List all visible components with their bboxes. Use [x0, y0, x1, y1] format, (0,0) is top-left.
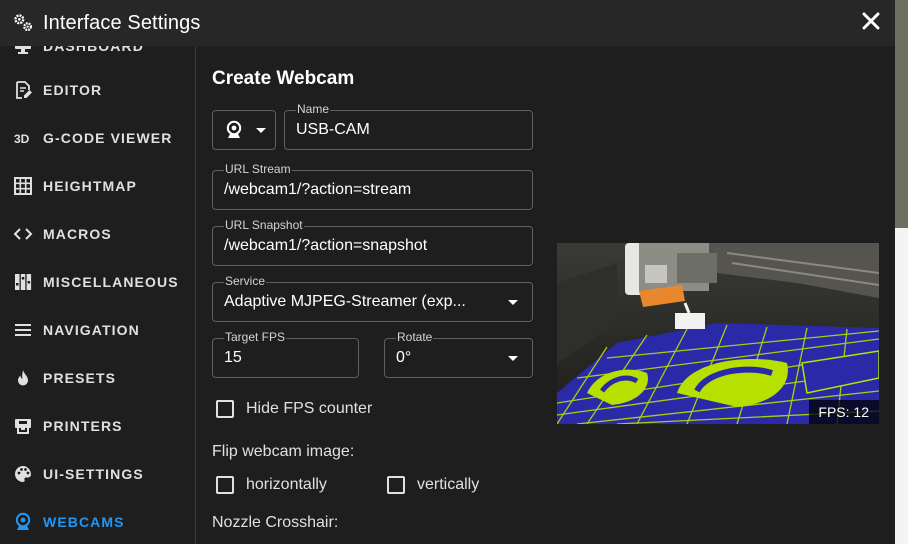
close-icon[interactable]	[862, 12, 880, 30]
sidebar-item-label: HEIGHTMAP	[43, 178, 137, 194]
webcam-icon	[12, 511, 34, 533]
background-window-edge	[895, 0, 908, 544]
code-icon	[12, 223, 34, 245]
sidebar-item-label: MISCELLANEOUS	[43, 274, 179, 290]
webcam-form-panel: Create Webcam Name USB-CAM URL Stream /w…	[196, 46, 895, 544]
sidebar-item-label: PRINTERS	[43, 418, 123, 434]
url-stream-field[interactable]: URL Stream /webcam1/?action=stream	[212, 163, 533, 210]
flip-vertical-label: vertically	[417, 476, 480, 493]
sidebar-item-ui-settings[interactable]: UI-SETTINGS	[0, 450, 195, 498]
target-fps-field[interactable]: Target FPS 15	[212, 331, 359, 378]
dialog-titlebar: Interface Settings	[0, 0, 895, 46]
fps-counter: FPS: 12	[809, 400, 879, 424]
hide-fps-checkbox[interactable]: Hide FPS counter	[216, 400, 372, 418]
sidebar-item-editor[interactable]: EDITOR	[0, 66, 195, 114]
hide-fps-label: Hide FPS counter	[246, 400, 373, 417]
sidebar-item-label: WEBCAMS	[43, 514, 125, 530]
name-field[interactable]: Name USB-CAM	[284, 103, 533, 150]
checkbox-box[interactable]	[387, 476, 405, 494]
sidebar-item-label: PRESETS	[43, 370, 117, 386]
checkbox-box[interactable]	[216, 400, 234, 418]
fire-icon	[12, 367, 34, 389]
sidebar-item-miscellaneous[interactable]: MISCELLANEOUS	[0, 258, 195, 306]
svg-text:3D: 3D	[14, 132, 30, 146]
target-fps-label: Target FPS	[224, 330, 287, 344]
grid-icon	[12, 175, 34, 197]
3d-icon: 3D	[12, 127, 34, 149]
sidebar-item-label: NAVIGATION	[43, 322, 140, 338]
url-snapshot-label: URL Snapshot	[224, 218, 304, 232]
cogs-icon	[14, 14, 32, 32]
sidebar-item-presets[interactable]: PRESETS	[0, 354, 195, 402]
palette-icon	[12, 463, 34, 485]
sidebar-item-label: G-CODE VIEWER	[43, 130, 173, 146]
target-fps-value: 15	[224, 349, 242, 366]
printer-icon	[12, 415, 34, 437]
rotate-select[interactable]: Rotate 0°	[384, 331, 533, 378]
webcam-preview-image	[557, 243, 879, 424]
url-snapshot-value: /webcam1/?action=snapshot	[224, 237, 428, 254]
flip-vertical-checkbox[interactable]: vertically	[387, 476, 479, 494]
webcam-icon-select[interactable]	[212, 110, 276, 150]
sidebar-item-printers[interactable]: PRINTERS	[0, 402, 195, 450]
sidebar-item-label: DASHBOARD	[43, 46, 144, 54]
service-label: Service	[224, 274, 267, 288]
chevron-down-icon	[508, 300, 518, 305]
file-edit-icon	[12, 79, 34, 101]
form-heading: Create Webcam	[212, 68, 355, 89]
flip-horizontal-checkbox[interactable]: horizontally	[216, 476, 327, 494]
flip-horizontal-label: horizontally	[246, 476, 327, 493]
settings-sidebar: DASHBOARD EDITOR 3D G-CODE VIEWER HEIGHT…	[0, 46, 196, 544]
sliders-icon	[12, 271, 34, 293]
dialog-title: Interface Settings	[43, 11, 201, 34]
monitor-icon	[12, 46, 34, 57]
sidebar-item-webcams[interactable]: WEBCAMS	[0, 498, 195, 544]
flip-label: Flip webcam image:	[212, 443, 355, 460]
sidebar-item-label: EDITOR	[43, 82, 103, 98]
sidebar-item-macros[interactable]: MACROS	[0, 210, 195, 258]
url-stream-value: /webcam1/?action=stream	[224, 181, 412, 198]
url-snapshot-field[interactable]: URL Snapshot /webcam1/?action=snapshot	[212, 219, 533, 266]
service-select[interactable]: Service Adaptive MJPEG-Streamer (exp...	[212, 275, 533, 322]
url-stream-label: URL Stream	[224, 162, 292, 176]
nozzle-crosshair-label: Nozzle Crosshair:	[212, 514, 339, 531]
sidebar-item-navigation[interactable]: NAVIGATION	[0, 306, 195, 354]
chevron-down-icon	[508, 356, 518, 361]
service-value: Adaptive MJPEG-Streamer (exp...	[224, 293, 466, 310]
webcam-icon	[226, 120, 242, 138]
menu-icon	[12, 319, 34, 341]
sidebar-item-gcode-viewer[interactable]: 3D G-CODE VIEWER	[0, 114, 195, 162]
checkbox-box[interactable]	[216, 476, 234, 494]
rotate-label: Rotate	[396, 330, 434, 344]
sidebar-item-label: MACROS	[43, 226, 112, 242]
sidebar-item-label: UI-SETTINGS	[43, 466, 144, 482]
sidebar-item-heightmap[interactable]: HEIGHTMAP	[0, 162, 195, 210]
name-label: Name	[296, 102, 331, 116]
name-value: USB-CAM	[296, 121, 370, 138]
chevron-down-icon	[256, 128, 266, 133]
rotate-value: 0°	[396, 349, 412, 366]
webcam-preview: FPS: 12	[557, 243, 879, 424]
